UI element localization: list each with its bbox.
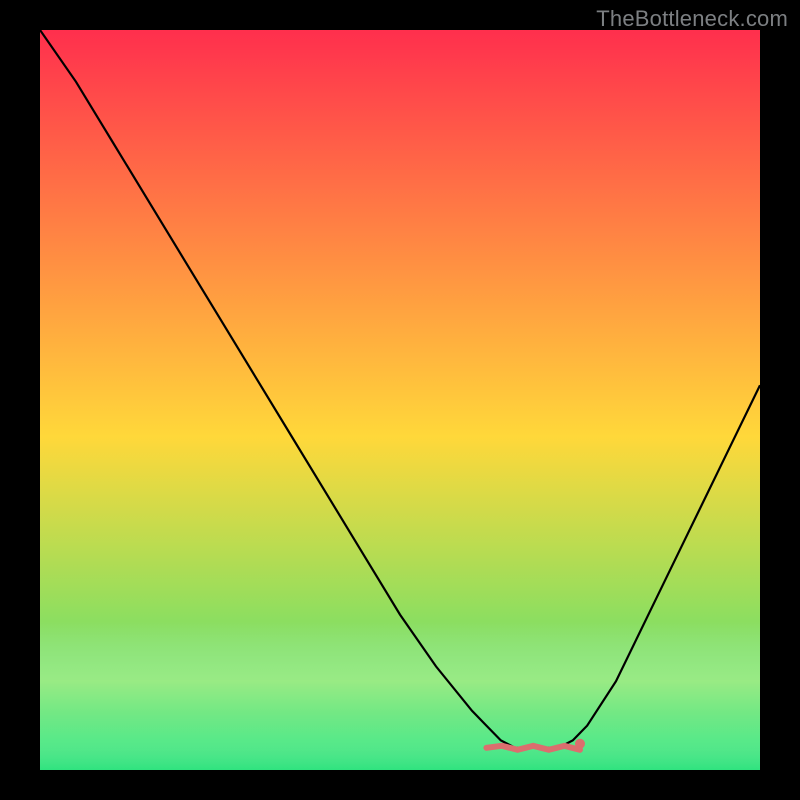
chart-area [40, 30, 760, 770]
chart-svg [40, 30, 760, 770]
watermark-text: TheBottleneck.com [596, 6, 788, 32]
chart-bottom-glow [40, 30, 760, 770]
